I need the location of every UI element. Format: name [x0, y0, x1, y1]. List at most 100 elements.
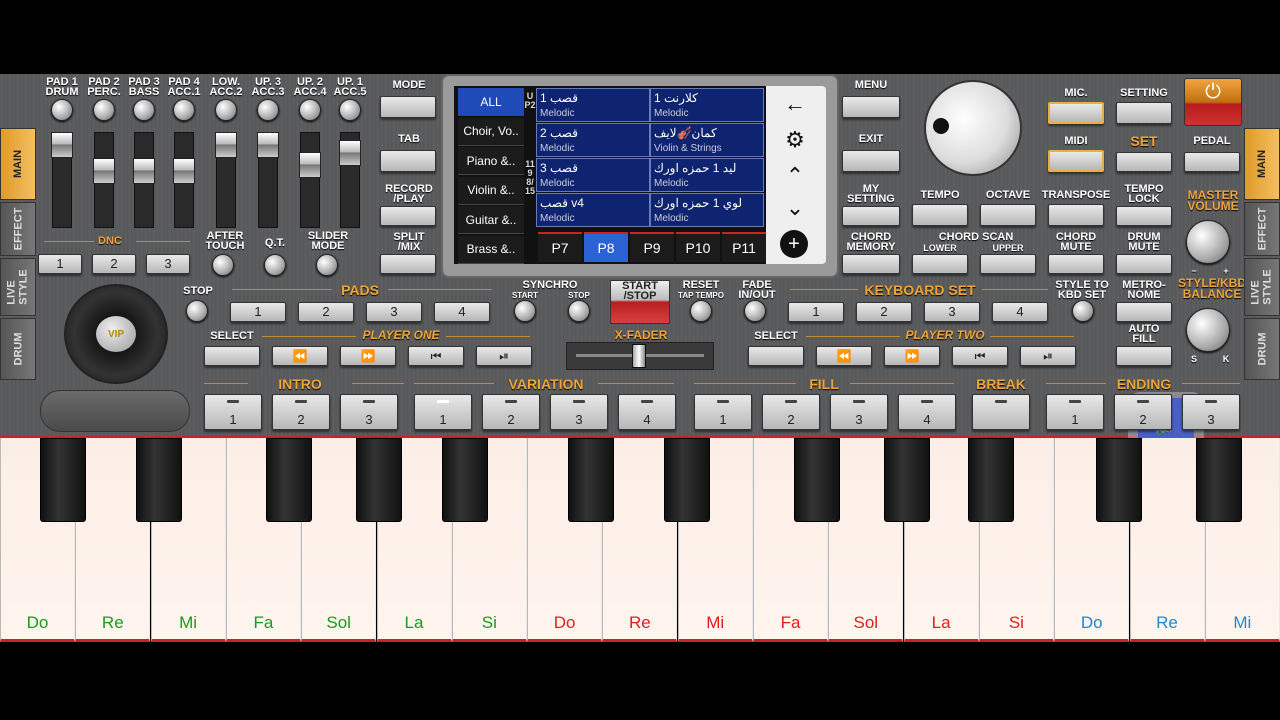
tab-button[interactable] — [380, 150, 436, 172]
synchro-stop-knob[interactable] — [568, 300, 590, 322]
ending-button-1[interactable]: 1 — [1046, 394, 1104, 430]
pad-button-4[interactable]: 4 — [434, 302, 490, 322]
player-1-previous-button[interactable]: ⏮ — [408, 346, 464, 366]
keyboard-set-button-4[interactable]: 4 — [992, 302, 1048, 322]
player-1-fast-forward-button[interactable]: ⏩ — [340, 346, 396, 366]
pad-knob-3[interactable] — [133, 99, 155, 121]
intro-button-3[interactable]: 3 — [340, 394, 398, 430]
style-to-kbd-knob[interactable] — [1072, 300, 1094, 322]
black-key[interactable] — [568, 438, 614, 522]
right-tab-drum[interactable]: DRUM — [1244, 318, 1280, 380]
setting-button[interactable] — [1116, 102, 1172, 124]
keyboard-set-button-1[interactable]: 1 — [788, 302, 844, 322]
fill-button-1[interactable]: 1 — [694, 394, 752, 430]
pad-knob-4[interactable] — [173, 99, 195, 121]
black-key[interactable] — [1096, 438, 1142, 522]
category-5[interactable]: Guitar &.. — [458, 206, 524, 234]
category-6[interactable]: Brass &.. — [458, 235, 524, 264]
metronome-button[interactable] — [1116, 302, 1172, 322]
gear-icon[interactable]: ⚙ — [778, 124, 812, 156]
pad-knob-1[interactable] — [51, 99, 73, 121]
left-tab-effect[interactable]: EFFECT — [0, 202, 36, 256]
black-key[interactable] — [794, 438, 840, 522]
qt-knob[interactable] — [264, 254, 286, 276]
black-key[interactable] — [968, 438, 1014, 522]
player-2-rewind-button[interactable]: ⏪ — [816, 346, 872, 366]
voice-cell[interactable]: قصب 3 Melodic — [536, 158, 650, 192]
style-balance-knob[interactable] — [1186, 308, 1230, 352]
octave-button[interactable] — [980, 204, 1036, 226]
pads-stop-knob[interactable] — [186, 300, 208, 322]
synchro-start-knob[interactable] — [514, 300, 536, 322]
slider-handle-1[interactable] — [51, 132, 73, 158]
pad-button-3[interactable]: 3 — [366, 302, 422, 322]
chord-scan-lower-button[interactable] — [912, 254, 968, 274]
pedal-button[interactable] — [1184, 152, 1240, 172]
slider-handle-3[interactable] — [133, 158, 155, 184]
set-button[interactable] — [1116, 152, 1172, 172]
player-2-fast-forward-button[interactable]: ⏩ — [884, 346, 940, 366]
ending-button-2[interactable]: 2 — [1114, 394, 1172, 430]
variation-button-4[interactable]: 4 — [618, 394, 676, 430]
reset-knob[interactable] — [690, 300, 712, 322]
left-tab-live-style[interactable]: LIVE STYLE — [0, 258, 36, 316]
slider-handle-5[interactable] — [215, 132, 237, 158]
ending-button-3[interactable]: 3 — [1182, 394, 1240, 430]
chevron-up-icon[interactable]: ⌃ — [778, 160, 812, 192]
pad-knob-8[interactable] — [339, 99, 361, 121]
intro-button-1[interactable]: 1 — [204, 394, 262, 430]
player-1-select-button[interactable] — [204, 346, 260, 366]
dnc-button-2[interactable]: 2 — [92, 254, 136, 274]
fill-button-4[interactable]: 4 — [898, 394, 956, 430]
voice-cell[interactable]: ليد 1 حمزه اورك Melodic — [650, 158, 764, 192]
right-tab-live-style[interactable]: LIVE STYLE — [1244, 258, 1280, 316]
black-key[interactable] — [664, 438, 710, 522]
mic-button[interactable] — [1048, 102, 1104, 124]
page-tab-p8[interactable]: P8 — [584, 232, 628, 262]
player-2-previous-button[interactable]: ⏮ — [952, 346, 1008, 366]
pitch-bar[interactable] — [40, 390, 190, 432]
chord-memory-button[interactable] — [842, 254, 900, 274]
category-4[interactable]: Violin &.. — [458, 176, 524, 205]
exit-button[interactable] — [842, 150, 900, 172]
pad-knob-2[interactable] — [93, 99, 115, 121]
black-key[interactable] — [40, 438, 86, 522]
voice-cell[interactable]: قصب v4 Melodic — [536, 193, 650, 227]
black-key[interactable] — [1196, 438, 1242, 522]
chord-scan-upper-button[interactable] — [980, 254, 1036, 274]
page-tab-p7[interactable]: P7 — [538, 232, 582, 262]
back-arrow-icon[interactable]: ← — [778, 88, 812, 120]
fill-button-2[interactable]: 2 — [762, 394, 820, 430]
pad-button-1[interactable]: 1 — [230, 302, 286, 322]
black-key[interactable] — [356, 438, 402, 522]
drum-mute-button[interactable] — [1116, 254, 1172, 274]
master-volume-knob[interactable] — [1186, 220, 1230, 264]
pad-button-2[interactable]: 2 — [298, 302, 354, 322]
dnc-button-1[interactable]: 1 — [38, 254, 82, 274]
player-2-play-stop-button[interactable]: ⏯ — [1020, 346, 1076, 366]
variation-button-2[interactable]: 2 — [482, 394, 540, 430]
slider-handle-7[interactable] — [299, 152, 321, 178]
black-key[interactable] — [266, 438, 312, 522]
fade-knob[interactable] — [744, 300, 766, 322]
voice-cell[interactable]: لوي 1 حمزه اورك Melodic — [650, 193, 764, 227]
player-1-play-stop-button[interactable]: ⏯ — [476, 346, 532, 366]
intro-button-2[interactable]: 2 — [272, 394, 330, 430]
power-button[interactable]: ⏻ — [1184, 78, 1242, 126]
fill-button-3[interactable]: 3 — [830, 394, 888, 430]
pad-knob-5[interactable] — [215, 99, 237, 121]
chevron-down-icon[interactable]: ⌄ — [778, 192, 812, 224]
slider-handle-8[interactable] — [339, 140, 361, 166]
chord-mute-button[interactable] — [1048, 254, 1104, 274]
left-tab-drum[interactable]: DRUM — [0, 318, 36, 380]
voice-cell[interactable]: قصب 1 Melodic — [536, 88, 650, 122]
xfader-handle[interactable] — [632, 344, 646, 368]
record-play-button[interactable] — [380, 206, 436, 226]
slider-handle-6[interactable] — [257, 132, 279, 158]
black-key[interactable] — [442, 438, 488, 522]
auto-fill-button[interactable] — [1116, 346, 1172, 366]
break-button-1[interactable] — [972, 394, 1030, 430]
mode-button[interactable] — [380, 96, 436, 118]
page-tab-p9[interactable]: P9 — [630, 232, 674, 262]
category-2[interactable]: Choir, Vo.. — [458, 117, 524, 146]
